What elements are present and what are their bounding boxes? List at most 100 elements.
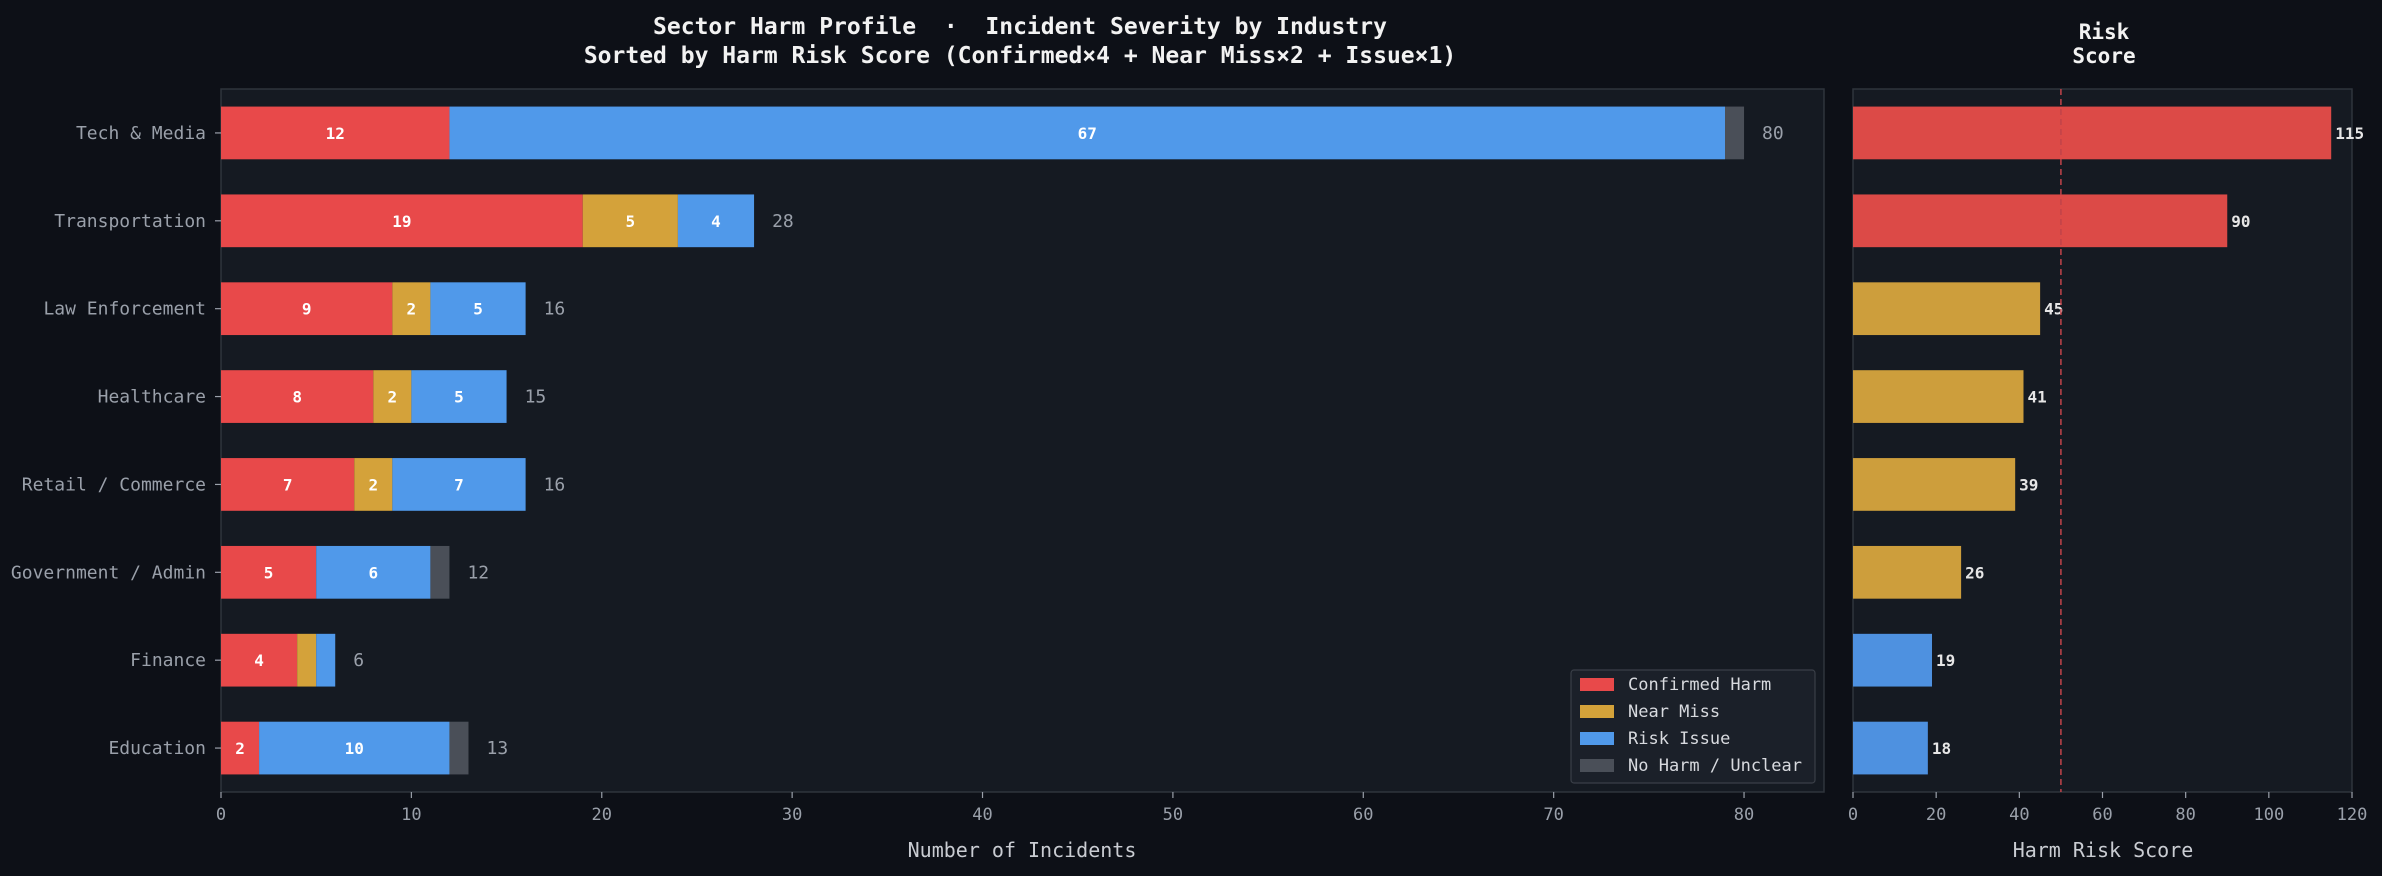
risk-x-tick-label: 100 — [2253, 805, 2284, 825]
risk-value-label: 18 — [1932, 739, 1951, 758]
risk-score-panel: Risk Score 115 90 45 41 39 26 19 18 0 20 40 60 80 10… — [1848, 20, 2367, 862]
risk-x-tick-label: 20 — [1926, 805, 1946, 825]
x-tick-label: 50 — [1163, 805, 1183, 825]
bar-segment-label: 7 — [454, 475, 464, 494]
risk-bar — [1853, 370, 2024, 423]
bar-segment-label: 4 — [254, 651, 264, 670]
risk-value-label: 41 — [2027, 388, 2046, 407]
incident-row-retail-commerce: 7 2 7 16 — [221, 458, 565, 511]
bar-total-label: 80 — [1762, 123, 1784, 144]
y-tick-label: Law Enforcement — [43, 299, 206, 320]
legend-label-no-harm: No Harm / Unclear — [1628, 756, 1802, 776]
risk-value-label: 26 — [1965, 563, 1984, 582]
risk-row-law-enforcement: 45 — [1853, 282, 2063, 336]
x-tick-label: 10 — [401, 805, 421, 825]
incident-x-axis-label: Number of Incidents — [908, 838, 1137, 862]
risk-bar — [1853, 194, 2228, 248]
risk-panel-title-line-2: Score — [2072, 44, 2135, 68]
y-tick-label: Government / Admin — [11, 562, 206, 583]
risk-x-tick-label: 120 — [2337, 805, 2368, 825]
y-tick-label: Tech & Media — [76, 123, 206, 144]
bar-segment-label: 12 — [326, 124, 345, 143]
x-tick-label: 60 — [1353, 805, 1373, 825]
legend-swatch-near-miss — [1580, 705, 1614, 718]
x-tick-label: 0 — [216, 805, 226, 825]
risk-row-retail-commerce: 39 — [1853, 458, 2038, 511]
incident-row-law-enforcement: 9 2 5 16 — [221, 282, 566, 336]
x-tick-label: 20 — [592, 805, 612, 825]
main-subtitle: Sorted by Harm Risk Score (Confirmed×4 +… — [584, 43, 1456, 69]
risk-bar — [1853, 282, 2041, 336]
bar-segment-label: 2 — [388, 388, 398, 407]
risk-x-axis-label: Harm Risk Score — [2013, 838, 2194, 862]
bar-segment-label: 2 — [235, 739, 245, 758]
y-tick-label: Healthcare — [98, 387, 206, 408]
risk-value-label: 39 — [2019, 475, 2038, 494]
bar-segment-label: 5 — [625, 212, 635, 231]
legend-label-risk-issue: Risk Issue — [1628, 729, 1730, 749]
incident-row-healthcare: 8 2 5 15 — [221, 370, 546, 423]
bar-segment-risk-issue — [316, 633, 336, 687]
legend-swatch-no-harm — [1580, 759, 1614, 772]
risk-value-label: 90 — [2231, 212, 2250, 231]
bar-segment-label: 5 — [473, 300, 483, 319]
risk-bar — [1853, 633, 1933, 687]
bar-segment-label: 8 — [292, 388, 302, 407]
bar-segment-no-harm-unclear — [1725, 106, 1745, 160]
legend-label-confirmed-harm: Confirmed Harm — [1628, 675, 1771, 695]
legend-swatch-risk-issue — [1580, 732, 1614, 745]
incident-row-tech-media: 12 67 80 — [221, 106, 1784, 160]
bar-total-label: 28 — [772, 211, 794, 232]
bar-segment-label: 67 — [1078, 124, 1097, 143]
bar-total-label: 13 — [486, 738, 508, 759]
bar-segment-no-harm-unclear — [449, 721, 469, 775]
bar-total-label: 6 — [353, 650, 364, 671]
risk-bar — [1853, 545, 1962, 599]
risk-x-tick-label: 60 — [2092, 805, 2112, 825]
risk-row-tech-media: 115 — [1853, 106, 2364, 160]
legend-label-near-miss: Near Miss — [1628, 702, 1720, 722]
incident-row-transportation: 19 5 4 28 — [221, 194, 794, 248]
bar-segment-near-miss — [297, 633, 317, 687]
bar-segment-label: 6 — [368, 563, 378, 582]
bar-total-label: 12 — [467, 562, 489, 583]
y-tick-label: Finance — [130, 650, 206, 671]
bar-total-label: 16 — [544, 474, 566, 495]
harm-profile-figure: Sector Harm Profile · Incident Severity … — [0, 0, 2382, 876]
main-title: Sector Harm Profile · Incident Severity … — [653, 14, 1387, 40]
x-tick-label: 40 — [972, 805, 992, 825]
risk-bar — [1853, 458, 2016, 511]
risk-x-tick-label: 80 — [2175, 805, 2195, 825]
bar-segment-label: 2 — [407, 300, 417, 319]
risk-row-healthcare: 41 — [1853, 370, 2047, 423]
risk-bar — [1853, 721, 1928, 775]
bar-segment-label: 5 — [264, 563, 274, 582]
risk-bar — [1853, 106, 2332, 160]
bar-segment-no-harm-unclear — [430, 545, 450, 599]
bar-segment-label: 19 — [392, 212, 411, 231]
risk-panel-title-line-1: Risk — [2079, 20, 2130, 44]
bar-segment-label: 5 — [454, 388, 464, 407]
bar-segment-label: 2 — [368, 475, 378, 494]
incident-chart-panel: 12 67 8019 5 4 289 2 5 168 2 5 157 2 7 165 6 124 62 10 13 T… — [11, 88, 1825, 862]
risk-value-label: 19 — [1936, 651, 1955, 670]
legend-swatch-confirmed-harm — [1580, 678, 1614, 691]
x-tick-label: 70 — [1543, 805, 1563, 825]
legend: Confirmed Harm Near Miss Risk Issue No H… — [1570, 669, 1816, 784]
y-tick-label: Retail / Commerce — [22, 474, 206, 495]
bar-segment-label: 9 — [302, 300, 312, 319]
bar-total-label: 16 — [544, 299, 566, 320]
bar-segment-label: 10 — [345, 739, 364, 758]
y-tick-label: Transportation — [54, 211, 206, 232]
risk-x-tick-label: 40 — [2009, 805, 2029, 825]
bar-segment-label: 4 — [711, 212, 721, 231]
bar-segment-label: 7 — [283, 475, 293, 494]
x-tick-label: 80 — [1734, 805, 1754, 825]
x-tick-label: 30 — [782, 805, 802, 825]
risk-value-label: 115 — [2335, 124, 2364, 143]
risk-row-transportation: 90 — [1853, 194, 2251, 248]
y-tick-label: Education — [108, 738, 206, 759]
incident-row-education: 2 10 13 — [221, 721, 508, 775]
bar-total-label: 15 — [525, 387, 547, 408]
risk-x-tick-label: 0 — [1848, 805, 1858, 825]
